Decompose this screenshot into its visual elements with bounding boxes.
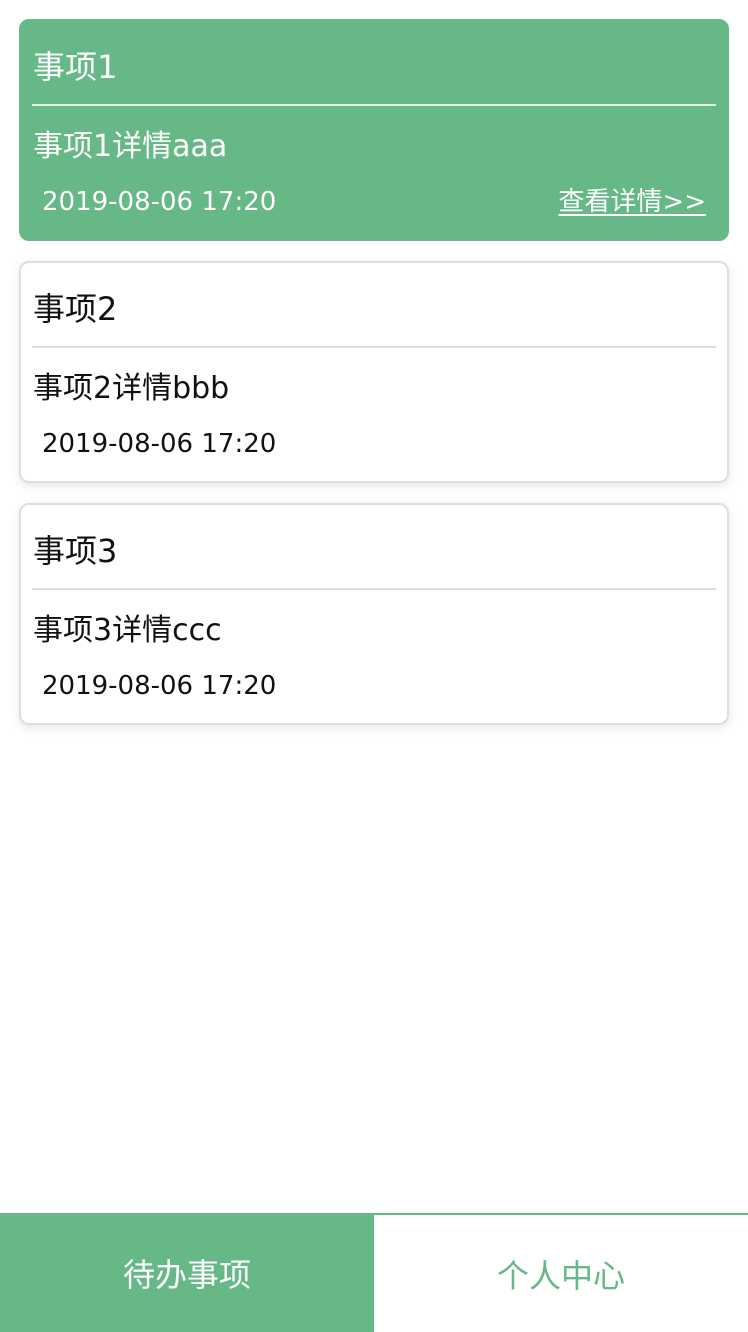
todo-page: 事项1 事项1详情aaa 2019-08-06 17:20 查看详情>> 事项2… (0, 0, 748, 1332)
card-title: 事项1 (33, 48, 118, 86)
tab-todo[interactable]: 待办事项 (0, 1213, 374, 1332)
bottom-tab-bar: 待办事项 个人中心 (0, 1213, 748, 1332)
card-timestamp: 2019-08-06 17:20 (42, 429, 277, 459)
card-detail: 事项1详情aaa (33, 129, 228, 164)
card-title: 事项3 (33, 532, 118, 570)
card-divider (32, 588, 716, 590)
todo-card[interactable]: 事项3 事项3详情ccc 2019-08-06 17:20 (19, 503, 729, 725)
view-details-link[interactable]: 查看详情>> (558, 185, 706, 219)
card-detail: 事项3详情ccc (33, 613, 222, 648)
card-detail: 事项2详情bbb (33, 371, 230, 406)
tab-personal-center[interactable]: 个人中心 (374, 1213, 748, 1332)
todo-card-selected[interactable]: 事项1 事项1详情aaa 2019-08-06 17:20 查看详情>> (19, 19, 729, 241)
card-divider (32, 104, 716, 106)
todo-card-list: 事项1 事项1详情aaa 2019-08-06 17:20 查看详情>> 事项2… (19, 19, 729, 745)
todo-card[interactable]: 事项2 事项2详情bbb 2019-08-06 17:20 (19, 261, 729, 483)
card-timestamp: 2019-08-06 17:20 (42, 671, 277, 701)
card-title: 事项2 (33, 290, 118, 328)
card-divider (32, 346, 716, 348)
card-timestamp: 2019-08-06 17:20 (42, 187, 277, 217)
